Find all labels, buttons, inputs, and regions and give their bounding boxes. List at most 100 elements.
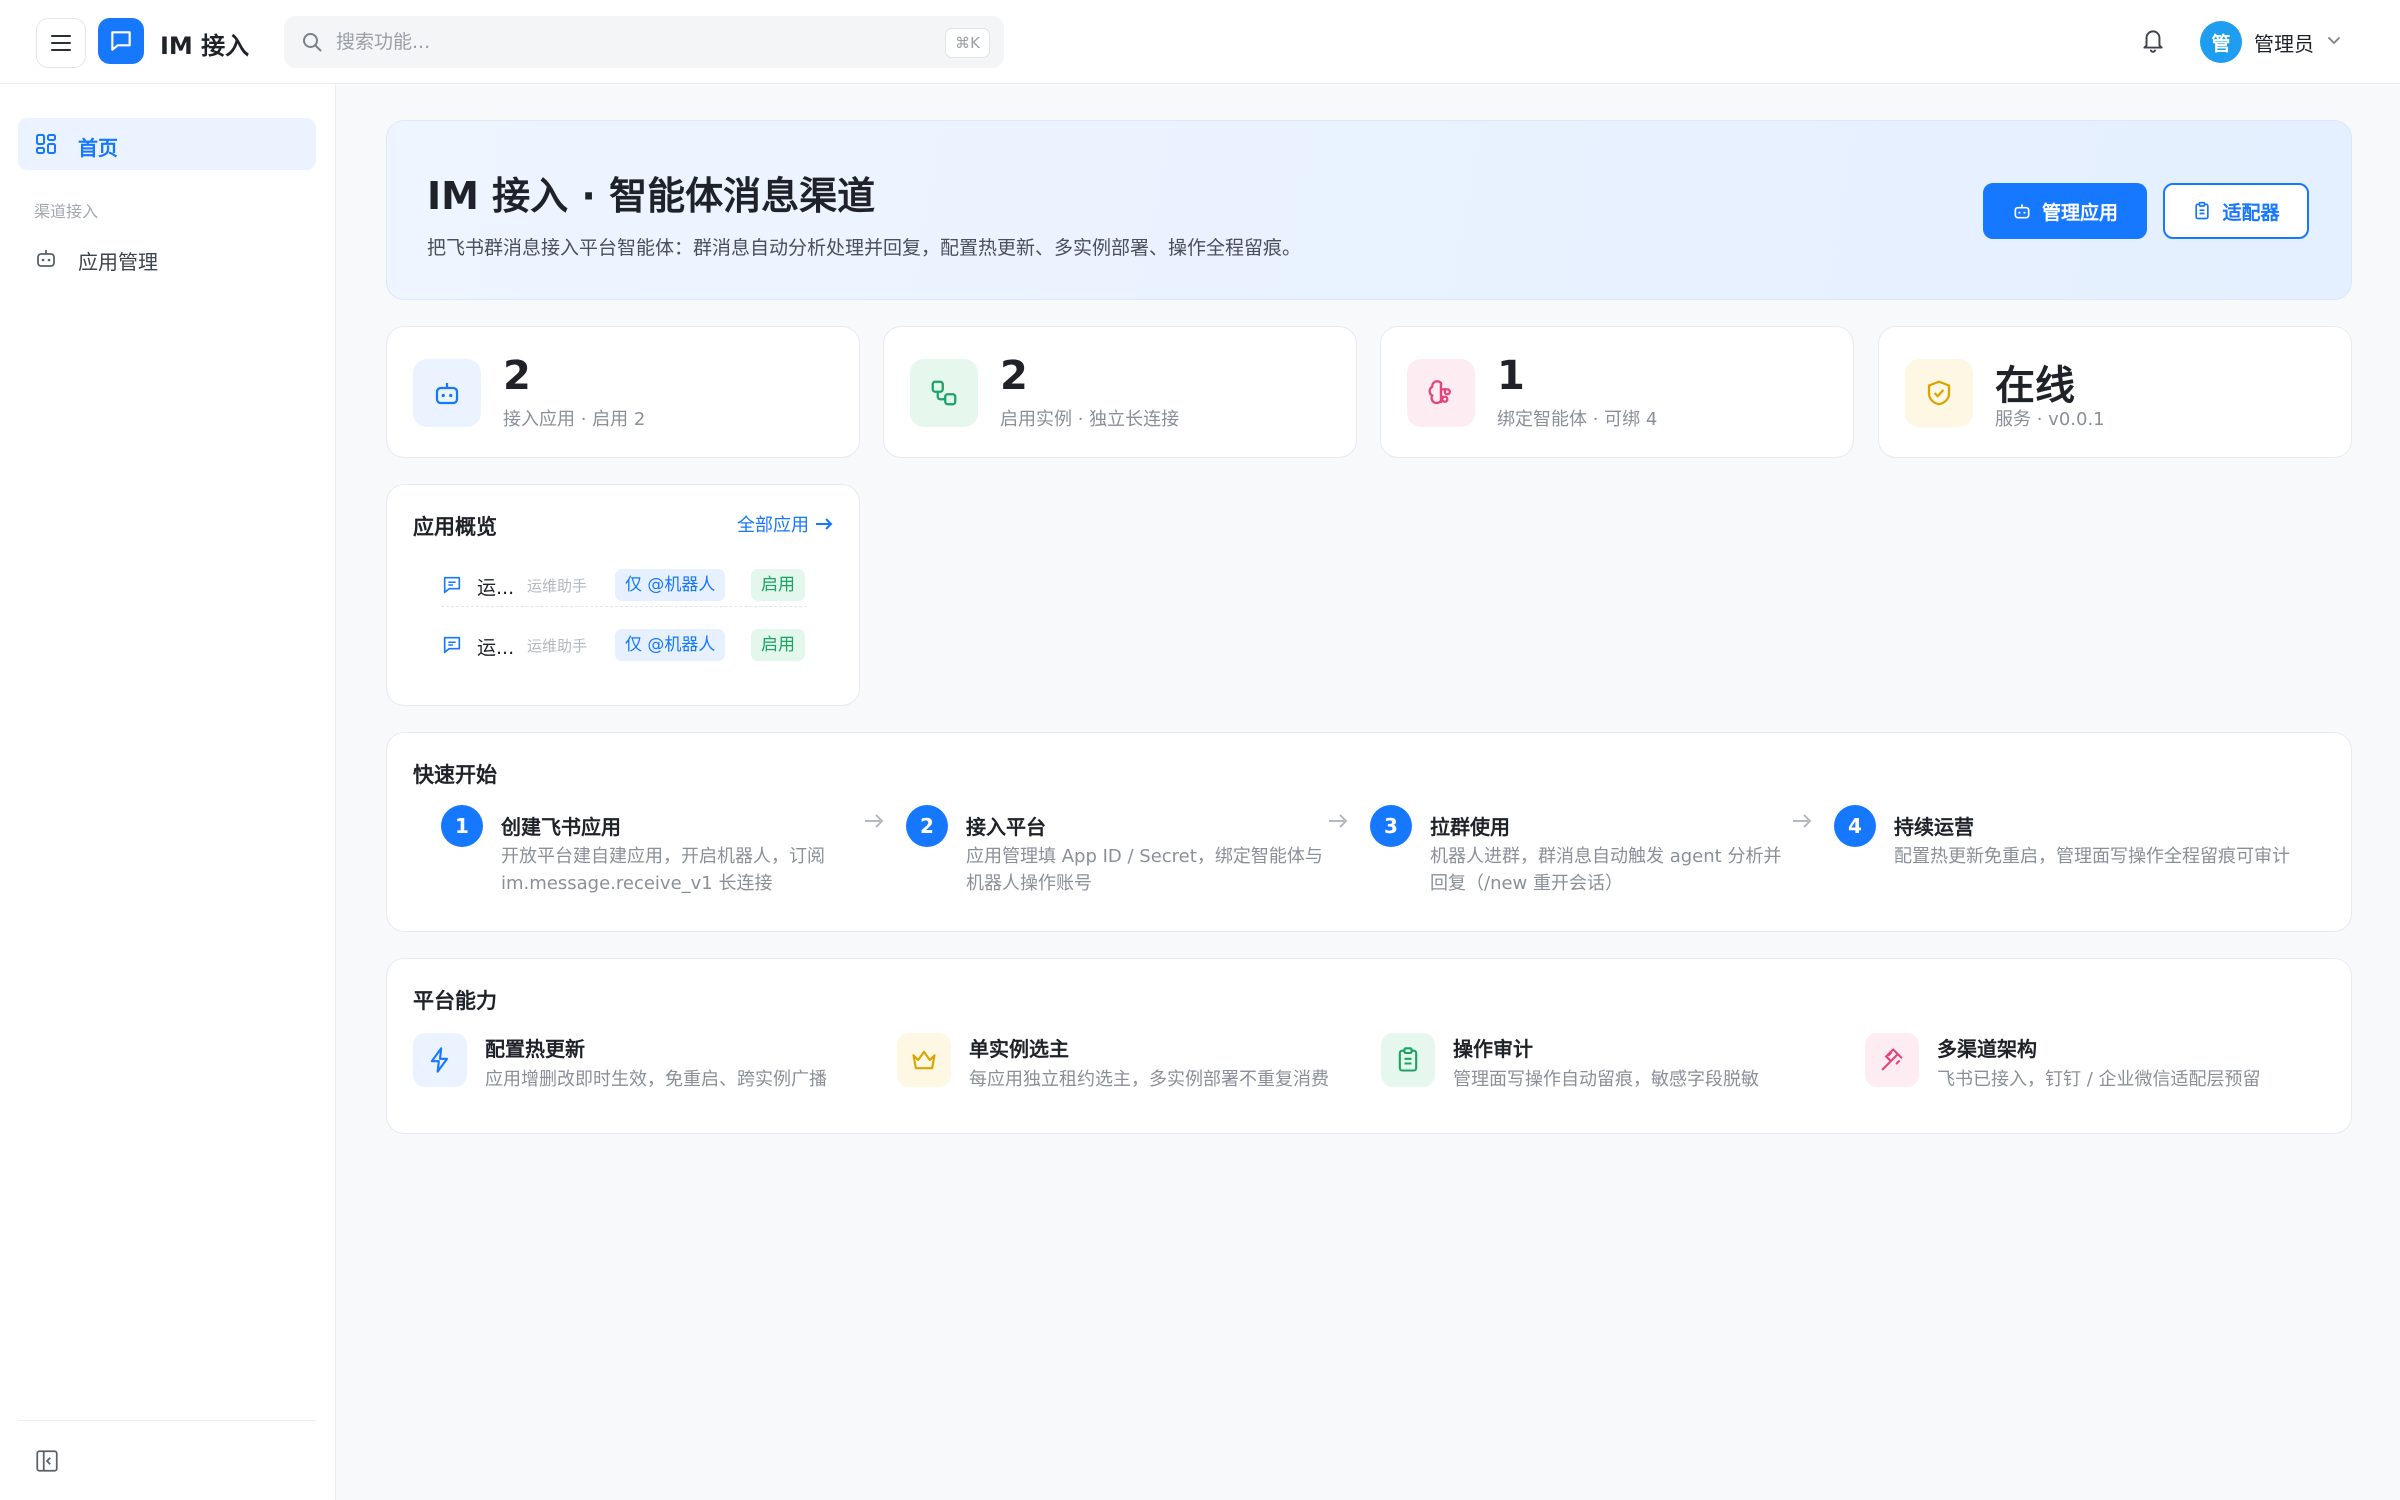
stat-label: 服务 · v0.0.1 (1995, 409, 2105, 430)
stat-card-instances: 2 启用实例 · 独立长连接 (883, 326, 1357, 458)
stat-card-apps: 2 接入应用 · 启用 2 (386, 326, 860, 458)
shortcut-hint: ⌘K (945, 28, 990, 58)
menu-toggle-button[interactable] (36, 18, 86, 68)
stat-label: 启用实例 · 独立长连接 (1000, 409, 1180, 430)
platform-abilities-card: 平台能力 配置热更新 应用增删改即时生效，免重启、跨实例广播 单实例选主 每应用… (386, 958, 2352, 1134)
search-icon (303, 33, 322, 52)
arrow-right-icon (816, 518, 833, 530)
avatar[interactable]: 管 (2200, 21, 2242, 63)
robot-icon (37, 250, 55, 267)
app-overview-card: 应用概览 全部应用 运... 运维助手 仅 @机器人 启用 运... 运维助手 … (386, 484, 860, 706)
robot-icon (413, 359, 481, 427)
user-name[interactable]: 管理员 (2254, 28, 2314, 57)
step-number: 3 (1370, 805, 1412, 847)
sidebar: 首页 渠道接入 应用管理 (0, 84, 336, 1500)
brain-icon (1407, 359, 1475, 427)
arrow-right-icon (865, 814, 884, 828)
step-title: 拉群使用 (1430, 815, 1510, 839)
app-title: IM 接入 (160, 32, 250, 60)
app-logo[interactable] (98, 18, 144, 64)
step-description: 配置热更新免重启，管理面写操作全程留痕可审计 (1894, 846, 2290, 867)
stat-value: 1 (1497, 353, 1525, 399)
search-bar[interactable]: ⌘K (284, 16, 1004, 68)
crown-icon (897, 1033, 951, 1087)
section-title: 快速开始 (413, 763, 497, 787)
bell-icon[interactable] (2140, 26, 2166, 54)
search-input[interactable] (336, 16, 896, 68)
step-number: 2 (906, 805, 948, 847)
top-header: IM 接入 ⌘K 管 管理员 (0, 0, 2400, 84)
step-item: 2 接入平台 应用管理填 App ID / Secret，绑定智能体与机器人操作… (906, 805, 1346, 905)
app-name: 运... (477, 637, 515, 659)
ability-item: 单实例选主 每应用独立租约选主，多实例部署不重复消费 (897, 1031, 1377, 1101)
ability-description: 每应用独立租约选主，多实例部署不重复消费 (969, 1069, 1329, 1090)
ability-item: 操作审计 管理面写操作自动留痕，敏感字段脱敏 (1381, 1031, 1861, 1101)
step-item: 3 拉群使用 机器人进群，群消息自动触发 agent 分析并回复（/new 重开… (1370, 805, 1810, 905)
collapse-sidebar-icon[interactable] (34, 1448, 60, 1474)
stat-value: 2 (1000, 353, 1028, 399)
app-role: 运维助手 (527, 577, 588, 595)
mode-badge: 仅 @机器人 (615, 569, 726, 601)
button-label: 管理应用 (2041, 201, 2118, 224)
adapters-button[interactable]: 适配器 (2163, 183, 2309, 239)
sidebar-item-label: 首页 (78, 136, 118, 160)
mode-badge: 仅 @机器人 (615, 629, 726, 661)
quick-start-card: 快速开始 1 创建飞书应用 开放平台建自建应用，开启机器人，订阅 im.mess… (386, 732, 2352, 932)
step-title: 持续运营 (1894, 815, 1974, 839)
chat-bubble-icon (111, 31, 131, 51)
step-title: 接入平台 (966, 815, 1046, 839)
list-item[interactable]: 运... 运维助手 仅 @机器人 启用 (441, 621, 807, 667)
sidebar-item-apps[interactable]: 应用管理 (18, 232, 316, 284)
arrow-right-icon (1793, 814, 1812, 828)
hero-banner: IM 接入 · 智能体消息渠道 把飞书群消息接入平台智能体：群消息自动分析处理并… (386, 120, 2352, 300)
step-description: 开放平台建自建应用，开启机器人，订阅 im.message.receive_v1… (501, 846, 825, 894)
hamburger-icon (51, 35, 71, 51)
plug-icon (1865, 1033, 1919, 1087)
clipboard-icon (1381, 1033, 1435, 1087)
page-title: IM 接入 · 智能体消息渠道 (427, 174, 876, 218)
dashboard-icon (36, 134, 56, 154)
section-title: 平台能力 (413, 989, 497, 1013)
arrow-right-icon (1329, 814, 1348, 828)
message-icon (443, 576, 461, 594)
manage-apps-button[interactable]: 管理应用 (1983, 183, 2147, 239)
step-title: 创建飞书应用 (501, 815, 621, 839)
section-title: 应用概览 (413, 515, 497, 539)
clipboard-icon (2195, 201, 2210, 220)
ability-item: 配置热更新 应用增删改即时生效，免重启、跨实例广播 (413, 1031, 893, 1101)
ability-description: 飞书已接入，钉钉 / 企业微信适配层预留 (1937, 1069, 2261, 1090)
message-icon (443, 636, 461, 654)
all-apps-link[interactable]: 全部应用 (737, 511, 833, 537)
stat-card-service: 在线 服务 · v0.0.1 (1878, 326, 2352, 458)
link-label: 全部应用 (737, 515, 809, 536)
connection-icon (910, 359, 978, 427)
list-item[interactable]: 运... 运维助手 仅 @机器人 启用 (441, 561, 807, 607)
stat-label: 接入应用 · 启用 2 (503, 409, 646, 430)
step-description: 机器人进群，群消息自动触发 agent 分析并回复（/new 重开会话） (1430, 846, 1782, 894)
app-role: 运维助手 (527, 637, 588, 655)
ability-item: 多渠道架构 飞书已接入，钉钉 / 企业微信适配层预留 (1865, 1031, 2345, 1101)
bolt-icon (413, 1033, 467, 1087)
app-name: 运... (477, 577, 515, 599)
stat-card-agents: 1 绑定智能体 · 可绑 4 (1380, 326, 1854, 458)
step-number: 1 (441, 805, 483, 847)
ability-description: 管理面写操作自动留痕，敏感字段脱敏 (1453, 1069, 1759, 1090)
sidebar-divider (18, 1420, 316, 1421)
stat-label: 绑定智能体 · 可绑 4 (1497, 409, 1658, 430)
chevron-down-icon[interactable] (2326, 32, 2342, 48)
ability-title: 多渠道架构 (1937, 1037, 2037, 1061)
step-number: 4 (1834, 805, 1876, 847)
button-label: 适配器 (2222, 201, 2280, 224)
shield-check-icon (1905, 359, 1973, 427)
step-item: 1 创建飞书应用 开放平台建自建应用，开启机器人，订阅 im.message.r… (441, 805, 881, 905)
sidebar-item-home[interactable]: 首页 (18, 118, 316, 170)
robot-icon (2014, 204, 2030, 219)
ability-title: 操作审计 (1453, 1037, 1533, 1061)
status-badge: 启用 (751, 629, 805, 661)
ability-title: 单实例选主 (969, 1037, 1069, 1061)
ability-description: 应用增删改即时生效，免重启、跨实例广播 (485, 1069, 827, 1090)
status-badge: 启用 (751, 569, 805, 601)
stat-value: 2 (503, 353, 531, 399)
page-description: 把飞书群消息接入平台智能体：群消息自动分析处理并回复，配置热更新、多实例部署、操… (427, 237, 1302, 259)
step-item: 4 持续运营 配置热更新免重启，管理面写操作全程留痕可审计 (1834, 805, 2314, 905)
